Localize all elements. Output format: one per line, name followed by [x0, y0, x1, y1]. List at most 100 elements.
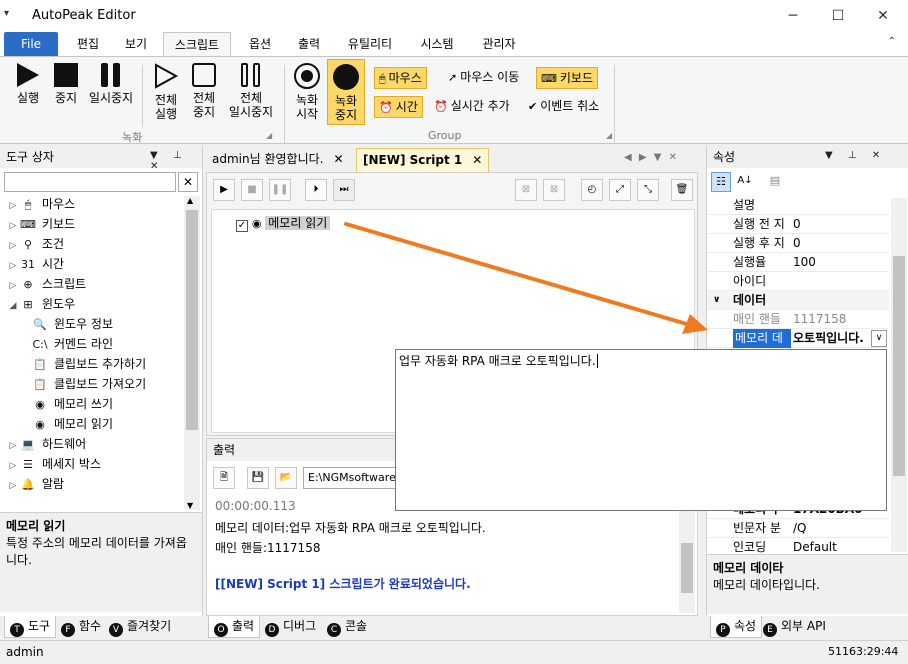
property-row-main-handle[interactable]: 매인 핸들 1117158 — [707, 310, 889, 329]
close-button[interactable]: ✕ — [860, 0, 906, 32]
save-log-icon[interactable]: 🗎 — [213, 467, 235, 489]
doc-tab-welcome[interactable]: admin님 환영합니다. ✕ — [206, 148, 350, 172]
property-row[interactable]: 실행 후 지0 — [707, 234, 889, 253]
categorized-view-icon[interactable]: ☷ — [711, 172, 731, 192]
tab-debug[interactable]: D 디버그 — [260, 616, 321, 638]
toolbox-item[interactable]: ▷ 🔔 알람 — [6, 474, 184, 494]
tab-favorites[interactable]: V 즐겨찾기 — [104, 616, 176, 638]
close-tab-icon[interactable]: ✕ — [333, 152, 343, 166]
tab-edit[interactable]: 편집 — [66, 32, 110, 56]
tab-output-panel[interactable]: O 출력 — [208, 616, 261, 638]
record-stop-button[interactable]: 녹화 중지 — [327, 59, 365, 125]
close-tab-icon[interactable]: ✕ — [472, 153, 482, 167]
tab-admin[interactable]: 관리자 — [472, 32, 526, 56]
property-row[interactable]: 설명 — [707, 196, 889, 215]
group-launcher-icon[interactable]: ◢ — [606, 131, 612, 140]
disable-all-button[interactable]: ⊠ — [543, 179, 565, 201]
alphabetical-sort-icon[interactable]: A↓ — [735, 172, 755, 192]
save-icon[interactable]: 💾 — [247, 467, 269, 489]
stop-all-button[interactable]: 전체 중지 — [186, 63, 222, 119]
toolbox-item[interactable]: ▷ 🖱 마우스 — [6, 194, 184, 214]
toolbox-item[interactable]: ▷ ⌨ 키보드 — [6, 214, 184, 234]
memory-data-popup-editor[interactable]: 업무 자동화 RPA 매크로 오토픽입니다.​ — [395, 349, 887, 511]
output-scroll-thumb[interactable] — [681, 543, 693, 593]
toolbox-item[interactable]: 📋 클립보드 가져오기 — [6, 374, 184, 394]
script-pause-button[interactable]: ❚❚ — [269, 179, 291, 201]
toolbox-item[interactable]: ▷ 💻 하드웨어 — [6, 434, 184, 454]
realtime-add-toggle[interactable]: ⏰ 실시간 추가 — [430, 96, 514, 118]
tree-expander-icon[interactable]: ▷ — [6, 276, 20, 296]
tab-console[interactable]: C 콘솔 — [322, 616, 372, 638]
property-row[interactable]: 실행율 100 — [707, 253, 889, 272]
open-folder-icon[interactable]: 📂 — [275, 467, 297, 489]
script-stop-button[interactable]: ■ — [241, 179, 263, 201]
run-button[interactable]: 실행 — [10, 63, 46, 105]
doc-tab-script1[interactable]: [NEW] Script 1 ✕ — [356, 148, 490, 172]
toolbox-item[interactable]: ▷ 31 시간 — [6, 254, 184, 274]
toolbox-item[interactable]: ▷ ☰ 메세지 박스 — [6, 454, 184, 474]
tree-expander-icon[interactable]: ▷ — [6, 216, 20, 236]
tree-expander-icon[interactable]: ▷ — [6, 196, 20, 216]
stop-button[interactable]: 중지 — [48, 63, 84, 105]
tab-external-api[interactable]: E 외부 API — [758, 616, 831, 638]
toolbox-item[interactable]: ▷ ⊕ 스크립트 — [6, 274, 184, 294]
tab-functions[interactable]: F 함수 — [56, 616, 106, 638]
property-row[interactable]: 아이디 — [707, 272, 889, 291]
collapse-button[interactable]: ⤡ — [637, 179, 659, 201]
toolbox-item[interactable]: ◉ 메모리 쓰기 — [6, 394, 184, 414]
toolbox-item[interactable]: ▷ ⚲ 조건 — [6, 234, 184, 254]
tree-expander-icon[interactable]: ▷ — [6, 256, 20, 276]
scroll-down-icon[interactable]: ▼ — [187, 501, 193, 510]
file-menu[interactable]: File — [4, 32, 58, 56]
property-row-memory-data[interactable]: 메모리 데 오토픽입니다. ∨ — [707, 329, 889, 348]
toolbox-item[interactable]: C:\ 커멘드 라인 — [6, 334, 184, 354]
tab-tools[interactable]: T 도구 — [4, 616, 57, 638]
tab-system[interactable]: 시스템 — [410, 32, 464, 56]
memory-data-value[interactable]: 오토픽입니다. — [793, 329, 864, 348]
tree-expander-icon[interactable]: ▷ — [6, 436, 20, 456]
expand-button[interactable]: ⤢ — [609, 179, 631, 201]
tree-expander-icon[interactable]: ▷ — [6, 456, 20, 476]
time-record-toggle[interactable]: ⏰ 시간 — [374, 96, 423, 118]
toolbox-search-input[interactable] — [4, 172, 176, 192]
output-path-field[interactable]: E:\NGMsoftware\ — [303, 467, 403, 489]
step-next-button[interactable]: ⏭ — [333, 179, 355, 201]
window-menu-icon[interactable]: ▾ — [4, 8, 16, 20]
dropdown-chevron-icon[interactable]: ∨ — [871, 330, 887, 347]
pause-button[interactable]: 일시중지 — [86, 63, 136, 105]
keyboard-record-toggle[interactable]: ⌨ 키보드 — [536, 67, 599, 89]
history-button[interactable]: ◴ — [581, 179, 603, 201]
mouse-move-toggle[interactable]: ➚ 마우스 이동 — [444, 67, 523, 89]
doc-nav-buttons[interactable]: ◀ ▶ ▼ ✕ — [624, 152, 679, 163]
script-run-button[interactable]: ▶ — [213, 179, 235, 201]
clear-search-button[interactable]: ✕ — [178, 172, 198, 192]
collapse-ribbon-icon[interactable]: ⌃ — [888, 36, 896, 47]
tab-view[interactable]: 보기 — [114, 32, 158, 56]
tree-expander-icon[interactable]: ▷ — [6, 476, 20, 496]
script-node[interactable]: ✓ ◉ 메모리 읽기 — [236, 214, 331, 232]
mouse-record-toggle[interactable]: 🖱 마우스 — [374, 67, 427, 89]
scroll-up-icon[interactable]: ▲ — [187, 196, 193, 205]
record-start-button[interactable]: 녹화 시작 — [290, 63, 324, 121]
step-run-button[interactable]: ⏵ — [305, 179, 327, 201]
collapse-category-icon[interactable]: ∨ — [713, 291, 720, 310]
node-checkbox[interactable]: ✓ — [236, 220, 248, 232]
toolbox-item[interactable]: ◉ 메모리 읽기 — [6, 414, 184, 434]
toolbox-scroll-thumb[interactable] — [186, 210, 198, 430]
properties-scroll-thumb[interactable] — [893, 256, 905, 476]
property-pages-icon[interactable]: ▤ — [765, 172, 785, 192]
toolbox-item[interactable]: ◢ ⊞ 윈도우 — [6, 294, 184, 314]
disable-node-button[interactable]: ⊠ — [515, 179, 537, 201]
property-row[interactable]: 실행 전 지0 — [707, 215, 889, 234]
tab-script[interactable]: 스크립트 — [163, 32, 231, 56]
property-category-data[interactable]: ∨ 데이터 — [707, 291, 889, 310]
delete-button[interactable]: 🗑 — [671, 179, 693, 201]
minimize-button[interactable]: ─ — [770, 0, 816, 32]
group-launcher-icon[interactable]: ◢ — [266, 131, 272, 140]
panel-options-icon[interactable]: ▼ ⊥ ✕ — [825, 150, 886, 161]
panel-options-icon[interactable]: ▼ ⊥ ✕ — [150, 150, 202, 172]
tab-options[interactable]: 옵션 — [238, 32, 282, 56]
toolbox-item[interactable]: 🔍 윈도우 정보 — [6, 314, 184, 334]
tree-expander-icon[interactable]: ◢ — [6, 296, 20, 316]
pause-all-button[interactable]: 전체 일시중지 — [226, 63, 276, 119]
